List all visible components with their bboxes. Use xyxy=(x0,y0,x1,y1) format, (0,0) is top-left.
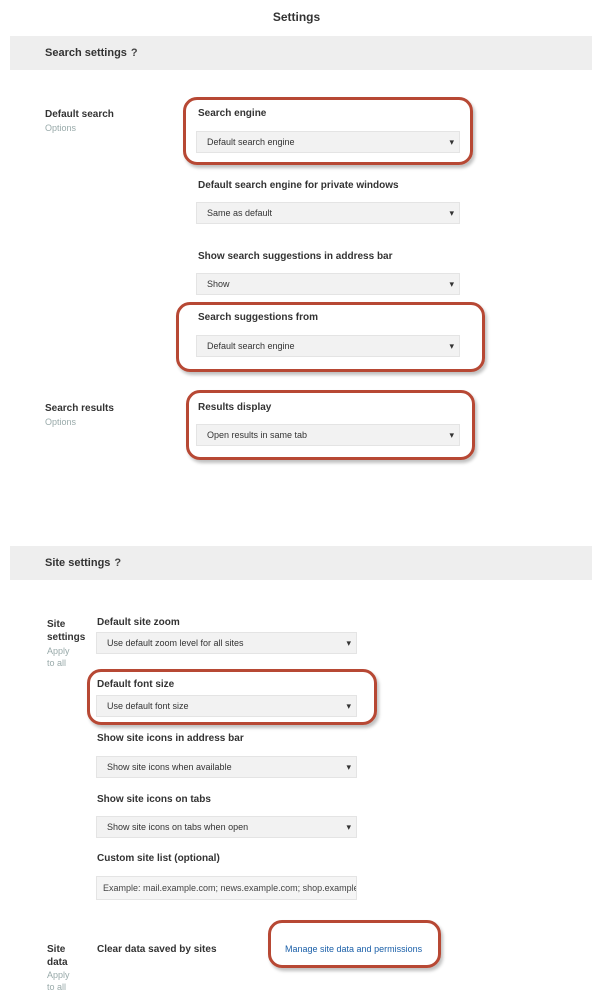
results-display-select[interactable]: Open results in same tab ▾ xyxy=(196,424,460,446)
site-zoom-select[interactable]: Use default zoom level for all sites ▾ xyxy=(96,632,357,654)
font-size-select[interactable]: Use default font size ▾ xyxy=(96,695,357,717)
font-size-label: Default font size xyxy=(97,679,175,690)
clear-data-text: Clear data saved by sites xyxy=(97,944,217,955)
custom-site-list-input[interactable]: Example: mail.example.com; news.example.… xyxy=(96,876,357,900)
select-value: Open results in same tab xyxy=(207,430,308,440)
chevron-down-icon: ▾ xyxy=(346,822,351,832)
site-icons-tabs-label: Show site icons on tabs xyxy=(97,794,211,805)
site-zoom-label: Default site zoom xyxy=(97,617,180,628)
site-data-sublabel-2: to all xyxy=(47,982,67,992)
select-value: Use default font size xyxy=(107,701,189,711)
chevron-down-icon: ▾ xyxy=(449,279,454,289)
custom-site-list-label: Custom site list (optional) xyxy=(97,853,220,864)
select-value: Show site icons when available xyxy=(107,762,232,772)
chevron-down-icon: ▾ xyxy=(449,137,454,147)
search-engine-select[interactable]: Default search engine ▾ xyxy=(196,131,460,153)
site-settings-sublabel-2: to all xyxy=(47,658,67,668)
suggestions-select[interactable]: Show ▾ xyxy=(196,273,460,295)
private-search-select[interactable]: Same as default ▾ xyxy=(196,202,460,224)
manage-site-data-link[interactable]: Manage site data and permissions xyxy=(285,944,422,954)
chevron-down-icon: ▾ xyxy=(449,430,454,440)
section-header-label: Site settings xyxy=(45,557,111,569)
section-header-label: Search settings xyxy=(45,47,127,59)
select-value: Use default zoom level for all sites xyxy=(107,638,244,648)
page-title: Settings xyxy=(272,10,321,24)
site-data-label-2: data xyxy=(47,957,68,968)
select-value: Default search engine xyxy=(207,137,295,147)
site-settings-header: Site settings? xyxy=(10,546,592,580)
chevron-down-icon: ▾ xyxy=(346,701,351,711)
select-value: Default search engine xyxy=(207,341,295,351)
default-search-sublabel: Options xyxy=(45,123,77,133)
site-settings-label-2: settings xyxy=(47,632,86,643)
select-value: Same as default xyxy=(207,208,273,218)
chevron-down-icon: ▾ xyxy=(346,762,351,772)
site-settings-label: Site xyxy=(47,619,66,630)
default-search-label: Default search xyxy=(45,109,114,120)
search-results-label: Search results xyxy=(45,403,114,414)
chevron-down-icon: ▾ xyxy=(449,341,454,351)
search-engine-label: Search engine xyxy=(198,108,267,119)
chevron-down-icon: ▾ xyxy=(346,638,351,648)
private-search-label: Default search engine for private window… xyxy=(198,180,399,191)
suggestions-label: Show search suggestions in address bar xyxy=(198,251,393,262)
help-icon[interactable]: ? xyxy=(114,557,121,569)
search-results-sublabel: Options xyxy=(45,417,77,427)
site-icons-address-label: Show site icons in address bar xyxy=(97,733,244,744)
select-value: Show xyxy=(207,279,230,289)
site-data-sublabel: Apply xyxy=(47,970,70,980)
suggestions-source-label: Search suggestions from xyxy=(198,312,319,323)
site-icons-address-select[interactable]: Show site icons when available ▾ xyxy=(96,756,357,778)
chevron-down-icon: ▾ xyxy=(449,208,454,218)
search-settings-header: Search settings? xyxy=(10,36,592,70)
results-display-label: Results display xyxy=(198,402,272,413)
help-icon[interactable]: ? xyxy=(131,47,138,59)
site-data-label: Site xyxy=(47,944,66,955)
site-icons-tabs-select[interactable]: Show site icons on tabs when open ▾ xyxy=(96,816,357,838)
site-settings-sublabel: Apply xyxy=(47,646,70,656)
suggestions-source-select[interactable]: Default search engine ▾ xyxy=(196,335,460,357)
select-value: Show site icons on tabs when open xyxy=(107,822,249,832)
